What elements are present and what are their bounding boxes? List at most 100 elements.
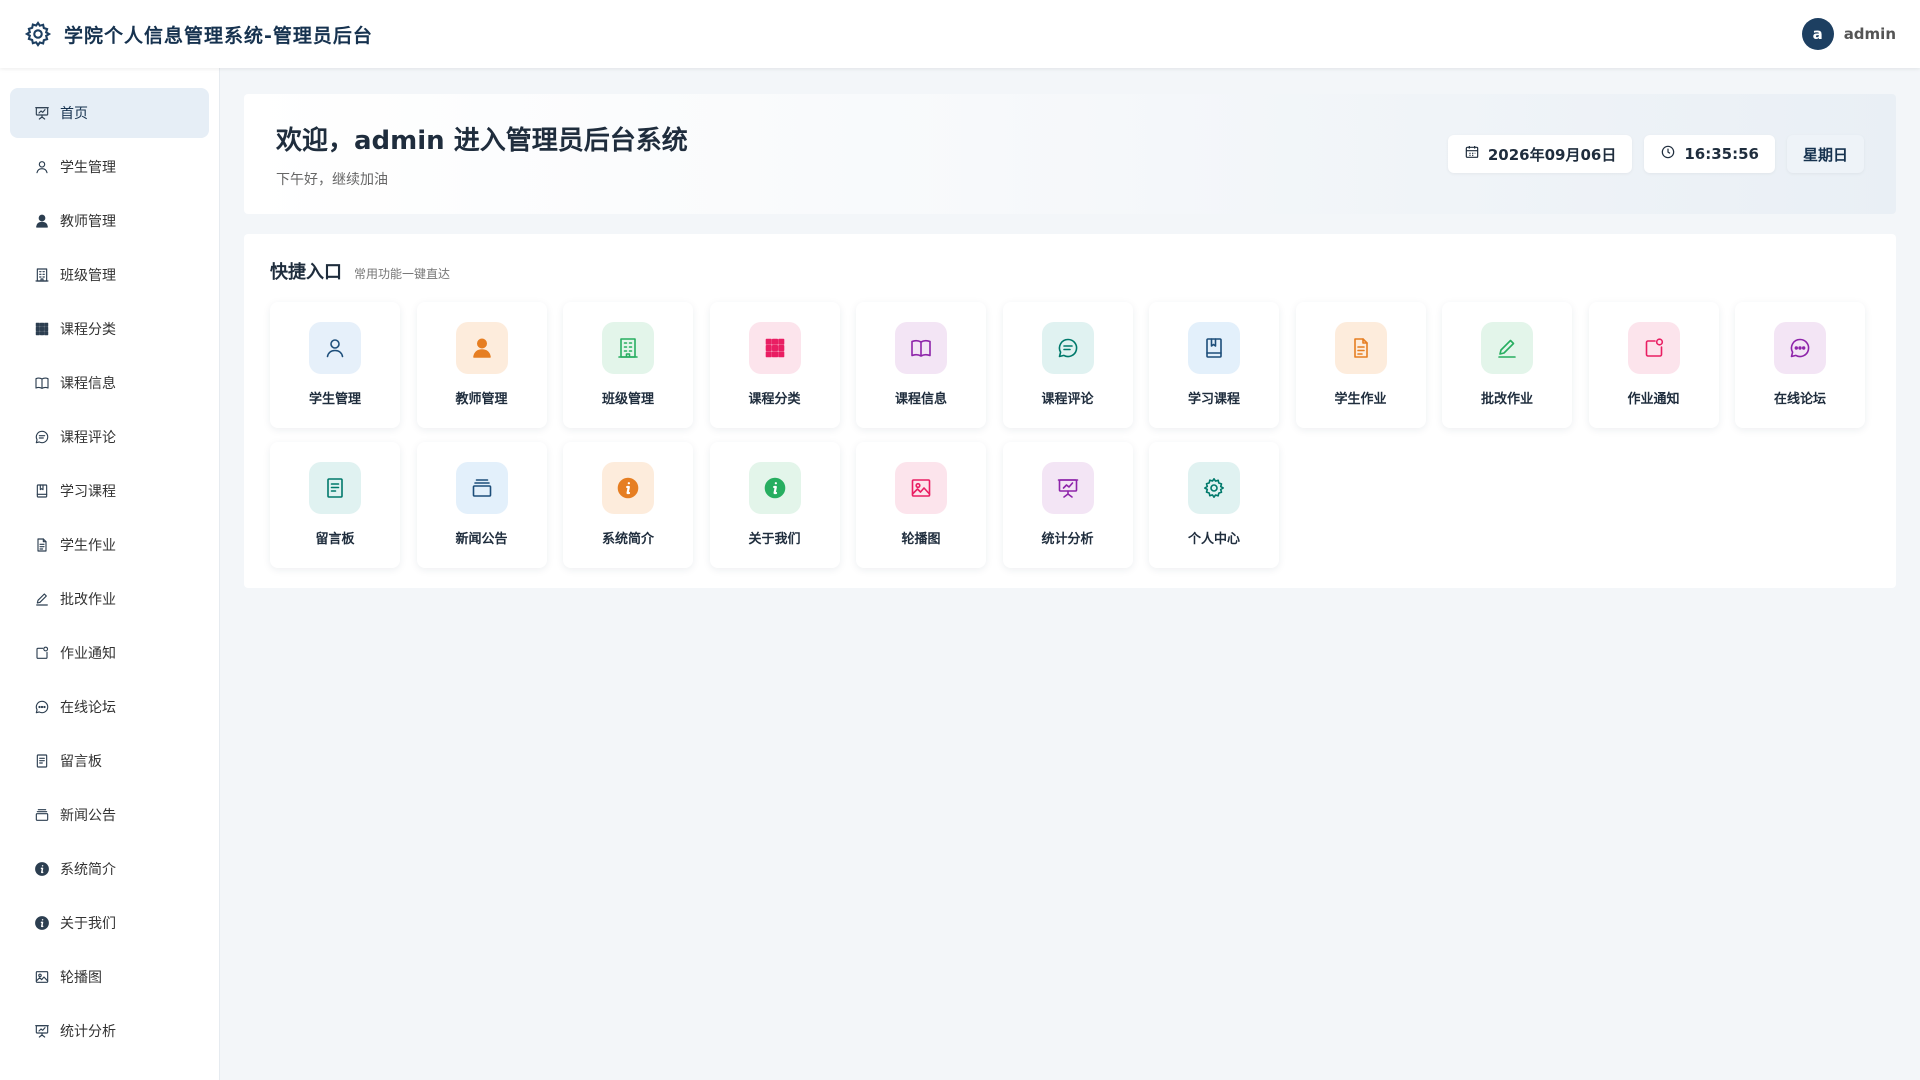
quick-entry-panel: 快捷入口 常用功能一键直达 学生管理 教师管理 班级管理 课程分类 课程信息 课程评论 学习… [244, 234, 1896, 588]
date-text: 2026年09月06日 [1487, 145, 1617, 164]
quick-entry-label: 学习课程 [1187, 392, 1240, 407]
quick-entry-tile[interactable]: 统计分析 [1002, 442, 1133, 568]
grid-icon [748, 322, 801, 374]
quick-entry-tile[interactable]: 课程信息 [856, 302, 986, 428]
sidebar-item-label: 课程评论 [60, 430, 116, 446]
sidebar-item[interactable]: 课程分类 [10, 304, 209, 354]
quick-entry-label: 系统简介 [601, 532, 654, 547]
sidebar-item[interactable]: 轮播图 [10, 952, 209, 1002]
quick-entry-label: 留言板 [315, 532, 355, 547]
sidebar-item[interactable]: 学习课程 [10, 466, 209, 516]
sidebar-item[interactable]: 关于我们 [10, 898, 209, 948]
quick-entry-label: 关于我们 [748, 532, 801, 547]
sidebar-item[interactable]: 学生管理 [10, 142, 209, 192]
quick-entry-label: 统计分析 [1041, 532, 1094, 547]
quick-entry-label: 批改作业 [1480, 392, 1533, 407]
quick-entry-label: 课程信息 [894, 392, 947, 407]
quick-entry-label: 课程评论 [1041, 392, 1094, 407]
sidebar-item-label: 课程分类 [60, 322, 116, 338]
picture-icon [895, 462, 947, 514]
quick-entry-tile[interactable]: 在线论坛 [1735, 302, 1865, 428]
grid-icon [34, 321, 50, 337]
notebook-icon [1188, 322, 1240, 374]
user-icon [34, 159, 50, 175]
quick-entry-tile[interactable]: 教师管理 [416, 302, 547, 428]
sidebar-item[interactable]: 新闻公告 [10, 790, 209, 840]
sidebar-item-label: 学生管理 [60, 160, 116, 176]
picture-icon [34, 969, 50, 985]
sidebar-item-label: 系统简介 [60, 862, 116, 878]
quick-entry-label: 学生管理 [308, 392, 361, 407]
gear-icon [1188, 462, 1240, 514]
calendar-icon [1464, 144, 1480, 164]
sidebar-item[interactable]: 统计分析 [10, 1006, 209, 1056]
weekday-chip: 星期日 [1786, 135, 1864, 173]
document-icon [34, 537, 50, 553]
quick-entry-tile[interactable]: 学生作业 [1295, 302, 1426, 428]
sidebar-item-label: 首页 [60, 106, 88, 122]
sidebar: 首页学生管理教师管理班级管理课程分类课程信息课程评论学习课程学生作业批改作业作业… [0, 68, 220, 1080]
quick-entry-label: 新闻公告 [455, 532, 508, 547]
sidebar-item[interactable]: 班级管理 [10, 250, 209, 300]
sidebar-item[interactable]: 学生作业 [10, 520, 209, 570]
quick-entry-tile[interactable]: 关于我们 [709, 442, 840, 568]
quick-entry-tile[interactable]: 批改作业 [1442, 302, 1572, 428]
presentation-icon [34, 1023, 50, 1039]
time-text: 16:35:56 [1684, 145, 1759, 163]
sidebar-item[interactable]: 留言板 [10, 736, 209, 786]
sidebar-item[interactable]: 课程信息 [10, 358, 209, 408]
quick-entry-tile[interactable]: 课程评论 [1002, 302, 1133, 428]
quick-entry-tile[interactable]: 作业通知 [1588, 302, 1719, 428]
info-filled-icon [602, 462, 654, 514]
notebook-icon [34, 483, 50, 499]
sidebar-item[interactable]: 课程评论 [10, 412, 209, 462]
info-filled-icon [34, 915, 50, 931]
sidebar-item-label: 作业通知 [60, 646, 116, 662]
sidebar-item-label: 轮播图 [60, 970, 102, 986]
quick-entry-title: 快捷入口 [270, 262, 342, 283]
sidebar-item-label: 批改作业 [60, 592, 116, 608]
quick-entry-tile[interactable]: 个人中心 [1149, 442, 1279, 568]
sidebar-item[interactable]: 系统简介 [10, 844, 209, 894]
quick-entry-label: 学生作业 [1334, 392, 1387, 407]
app-title: 学院个人信息管理系统-管理员后台 [64, 24, 373, 47]
info-filled-icon [34, 861, 50, 877]
sidebar-item[interactable]: 批改作业 [10, 574, 209, 624]
notification-icon [1627, 322, 1680, 374]
username[interactable]: admin [1844, 25, 1896, 43]
welcome-banner: 欢迎，admin 进入管理员后台系统 下午好，继续加油 2026年09月06日 … [244, 94, 1896, 214]
clock-icon [1660, 144, 1676, 164]
quick-entry-tile[interactable]: 学习课程 [1149, 302, 1279, 428]
avatar[interactable]: a [1801, 18, 1834, 50]
quick-entry-tile[interactable]: 新闻公告 [416, 442, 547, 568]
sidebar-item[interactable]: 首页 [10, 88, 209, 138]
quick-entry-tile[interactable]: 系统简介 [563, 442, 693, 568]
quick-entry-tile[interactable]: 课程分类 [709, 302, 840, 428]
quick-entry-tile[interactable]: 班级管理 [563, 302, 693, 428]
quick-entry-tile[interactable]: 轮播图 [856, 442, 986, 568]
sidebar-item[interactable]: 作业通知 [10, 628, 209, 678]
sidebar-item[interactable]: 教师管理 [10, 196, 209, 246]
sidebar-item-label: 教师管理 [60, 214, 116, 230]
sidebar-item-label: 关于我们 [60, 916, 116, 932]
user-menu[interactable]: a admin [1801, 18, 1896, 50]
quick-entry-tile[interactable]: 学生管理 [270, 302, 400, 428]
quick-entry-grid: 学生管理 教师管理 班级管理 课程分类 课程信息 课程评论 学习课程 学生作业 批改作业 作业通知… [270, 302, 1870, 568]
sidebar-item-label: 学习课程 [60, 484, 116, 500]
sidebar-item[interactable]: 在线论坛 [10, 682, 209, 732]
welcome-title: 欢迎，admin 进入管理员后台系统 [276, 125, 688, 156]
quick-entry-label: 班级管理 [601, 392, 654, 407]
sidebar-item-label: 班级管理 [60, 268, 116, 284]
memo-icon [309, 462, 361, 514]
quick-entry-tile[interactable]: 留言板 [270, 442, 400, 568]
building-icon [34, 267, 50, 283]
top-bar: 学院个人信息管理系统-管理员后台 a admin [0, 0, 1920, 68]
quick-entry-label: 教师管理 [455, 392, 508, 407]
chat-dots-icon [34, 699, 50, 715]
welcome-subtitle: 下午好，继续加油 [276, 171, 388, 188]
date-chip: 2026年09月06日 [1447, 135, 1633, 173]
info-filled-icon [748, 462, 801, 514]
document-icon [1334, 322, 1387, 374]
time-chip: 16:35:56 [1644, 135, 1775, 173]
collection-icon [455, 462, 508, 514]
